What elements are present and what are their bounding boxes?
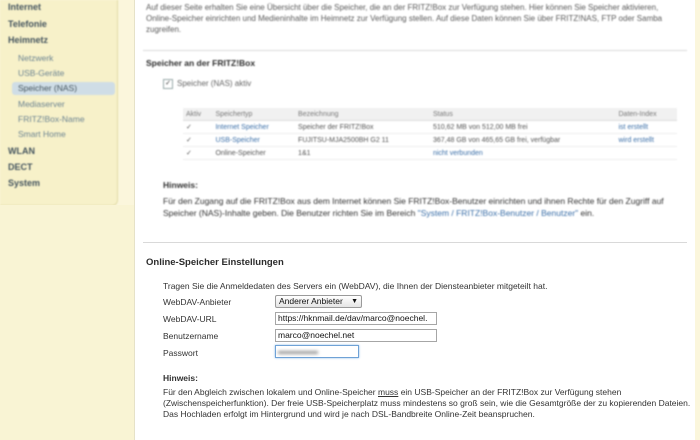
col-header-active: Aktiv: [183, 108, 213, 121]
storage-type-link[interactable]: Internet Speicher: [215, 124, 268, 131]
index-status-link[interactable]: ist erstellt: [619, 124, 649, 131]
table-row: ✓ USB-Speicher FUJITSU-MJA2500BH G2 11 3…: [183, 133, 677, 147]
nav-item-smart-home[interactable]: Smart Home: [18, 129, 66, 139]
col-header-type: Speichertyp: [212, 108, 296, 121]
nav-item-internet[interactable]: Internet: [8, 2, 41, 12]
main-content: Auf dieser Seite erhalten Sie eine Übers…: [134, 0, 696, 440]
nav-item-wlan[interactable]: WLAN: [8, 146, 35, 156]
username-label: Benutzername: [163, 331, 219, 341]
storage-status: 367,48 GB von 465,65 GB frei, verfügbar: [429, 133, 616, 147]
storage-name: 1&1: [295, 146, 430, 160]
nav-item-speicher-nas[interactable]: Speicher (NAS): [18, 83, 77, 93]
col-header-index: Daten-Index: [615, 108, 677, 121]
row-active-check[interactable]: ✓: [183, 133, 213, 147]
table-row: ✓ Internet Speicher Speicher der FRITZ!B…: [183, 120, 677, 134]
nav-item-dect[interactable]: DECT: [8, 162, 33, 172]
provider-selected-value: Anderer Anbieter: [279, 296, 343, 306]
table-row: ✓ Online-Speicher 1&1 nicht verbunden: [183, 146, 677, 160]
storage-type: Online-Speicher: [212, 146, 296, 160]
table-header-row: Aktiv Speichertyp Bezeichnung Status Dat…: [183, 108, 677, 121]
nas-hint-title: Hinweis:: [163, 180, 198, 190]
online-hint-part-1: Für den Abgleich zwischen lokalem und On…: [163, 387, 376, 397]
nav-item-netzwerk[interactable]: Netzwerk: [18, 53, 53, 63]
nav-item-telefonie[interactable]: Telefonie: [8, 19, 47, 29]
url-label: WebDAV-URL: [163, 314, 217, 324]
storage-name: Speicher der FRITZ!Box: [295, 120, 430, 134]
username-input[interactable]: marco@noechel.net: [275, 329, 437, 342]
storage-status: 510,62 MB von 512,00 MB frei: [429, 120, 616, 134]
nav-item-heimnetz[interactable]: Heimnetz: [8, 35, 48, 45]
col-header-name: Bezeichnung: [295, 108, 430, 121]
col-header-status: Status: [429, 108, 616, 121]
storage-type-link[interactable]: USB-Speicher: [215, 137, 259, 144]
divider: [143, 242, 687, 243]
storage-status-link[interactable]: nicht verbunden: [433, 150, 483, 157]
nas-hint-text: Für den Zugang auf die FRITZ!Box aus dem…: [163, 195, 683, 219]
sidebar: Internet Telefonie Heimnetz Netzwerk USB…: [0, 0, 134, 440]
nas-hint-suffix: ein.: [580, 208, 595, 218]
webdav-url-input[interactable]: https://hknmail.de/dav/marco@noechel.: [275, 312, 437, 325]
right-margin: [695, 0, 700, 440]
nav-item-system[interactable]: System: [8, 178, 40, 188]
nas-section-title: Speicher an der FRITZ!Box: [146, 58, 256, 68]
password-input[interactable]: [275, 345, 359, 358]
caret-down-icon: ▼: [351, 298, 358, 305]
nav-item-mediaserver[interactable]: Mediaserver: [18, 99, 65, 109]
index-status-link[interactable]: wird erstellt: [619, 137, 654, 144]
nav-item-usb-geraete[interactable]: USB-Geräte: [18, 68, 64, 78]
nas-active-label: Speicher (NAS) aktiv: [177, 79, 252, 89]
password-label: Passwort: [163, 348, 198, 358]
online-hint-title: Hinweis:: [163, 373, 198, 383]
index-status: [615, 146, 677, 160]
nav-panel: Internet Telefonie Heimnetz Netzwerk USB…: [0, 0, 118, 206]
sidebar-background: [0, 205, 134, 440]
intro-text: Auf dieser Seite erhalten Sie eine Übers…: [146, 3, 663, 34]
nas-active-checkbox-row[interactable]: ✓ Speicher (NAS) aktiv: [163, 79, 251, 89]
nav-item-fritzbox-name[interactable]: FRITZ!Box-Name: [18, 114, 85, 124]
online-hint-must: muss: [378, 387, 399, 397]
row-active-check[interactable]: ✓: [183, 120, 213, 134]
provider-select[interactable]: Anderer Anbieter ▼: [275, 295, 362, 308]
row-active-check[interactable]: ✓: [183, 146, 213, 160]
storage-table: Aktiv Speichertyp Bezeichnung Status Dat…: [183, 108, 677, 160]
password-mask: [278, 351, 318, 354]
system-users-link[interactable]: "System / FRITZ!Box-Benutzer / Benutzer": [418, 208, 579, 218]
provider-label: WebDAV-Anbieter: [163, 297, 232, 307]
online-section-title: Online-Speicher Einstellungen: [146, 257, 284, 268]
online-hint-text: Für den Abgleich zwischen lokalem und On…: [163, 387, 693, 420]
divider: [143, 50, 687, 51]
storage-name: FUJITSU-MJA2500BH G2 11: [295, 133, 430, 147]
online-intro-text: Tragen Sie die Anmeldedaten des Servers …: [163, 281, 548, 291]
checkmark-icon[interactable]: ✓: [163, 79, 173, 89]
